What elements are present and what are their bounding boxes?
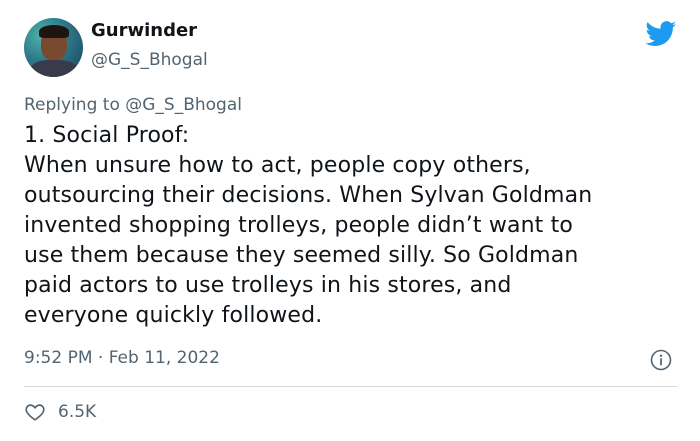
divider bbox=[24, 386, 677, 387]
author-handle[interactable]: @G_S_Bhogal bbox=[91, 50, 208, 70]
twitter-bird-icon[interactable] bbox=[645, 21, 677, 47]
avatar[interactable] bbox=[24, 18, 83, 77]
author-display-name[interactable]: Gurwinder bbox=[91, 20, 197, 41]
tweet-text: 1. Social Proof: When unsure how to act,… bbox=[24, 121, 684, 331]
like-action[interactable]: 6.5K bbox=[24, 400, 96, 424]
heart-icon[interactable] bbox=[24, 401, 46, 423]
info-icon[interactable] bbox=[650, 349, 672, 371]
tweet-text-line: When unsure how to act, people copy othe… bbox=[24, 153, 531, 178]
reply-prefix: Replying to bbox=[24, 95, 126, 115]
tweet-text-line: everyone quickly followed. bbox=[24, 303, 323, 328]
tweet-card: Gurwinder @G_S_Bhogal Replying to @G_S_B… bbox=[0, 0, 700, 441]
reply-mention-link[interactable]: @G_S_Bhogal bbox=[125, 95, 242, 115]
tweet-text-line: paid actors to use trolleys in his store… bbox=[24, 273, 512, 298]
tweet-text-line: invented shopping trolleys, people didn’… bbox=[24, 213, 573, 238]
reply-context: Replying to @G_S_Bhogal bbox=[24, 95, 242, 115]
avatar-hair bbox=[39, 25, 69, 38]
tweet-text-line: use them because they seemed silly. So G… bbox=[24, 243, 579, 268]
tweet-text-line: outsourcing their decisions. When Sylvan… bbox=[24, 183, 593, 208]
like-count: 6.5K bbox=[58, 402, 97, 422]
tweet-text-line: 1. Social Proof: bbox=[24, 123, 190, 148]
avatar-shirt bbox=[30, 60, 78, 77]
tweet-timestamp[interactable]: 9:52 PM · Feb 11, 2022 bbox=[24, 348, 220, 368]
